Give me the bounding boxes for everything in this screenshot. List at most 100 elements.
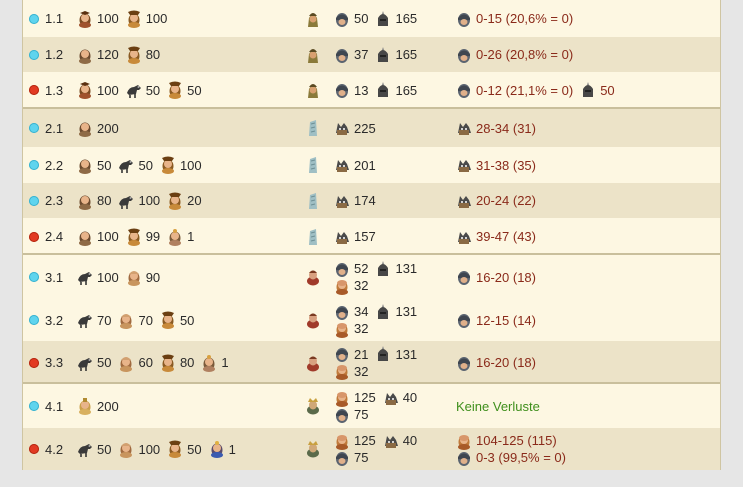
knight-icon <box>375 81 391 99</box>
loss-value: 16-20 (18) <box>476 269 536 285</box>
enemy-units: 225 <box>334 109 454 147</box>
unit-count: 50 <box>187 82 202 98</box>
unit-count: 157 <box>354 229 376 244</box>
longbowman-icon <box>126 10 142 28</box>
recruit-icon <box>77 156 93 174</box>
army-units: 50 50 100 <box>77 147 297 183</box>
losses: 16-20 (18) <box>456 341 718 384</box>
knight-icon <box>375 303 391 321</box>
unit-count: 3.3 <box>45 355 64 370</box>
thug-leader-icon <box>305 268 321 286</box>
bandit-icon <box>334 46 350 64</box>
status-dot <box>29 357 39 368</box>
unit-count: 40 <box>402 433 418 448</box>
enemy-camp <box>301 183 329 218</box>
table-row: 2.3 80 100 20 174 20-24 (22) <box>23 183 720 218</box>
unit-count: 100 <box>97 229 119 244</box>
unit-group: 100 <box>77 81 119 99</box>
wave-id: 3.1 <box>29 255 77 299</box>
enemy-camp <box>301 147 329 183</box>
status-dot <box>29 13 39 24</box>
cavalry-icon <box>77 311 93 329</box>
unit-count: 50 <box>354 11 369 26</box>
wave-id: 1.2 <box>29 37 77 72</box>
enemy-group: 125 <box>334 432 376 450</box>
enemy-camp <box>301 37 329 72</box>
bowman-icon <box>77 10 93 28</box>
general-blue-icon <box>209 440 225 458</box>
bandit-boss-icon <box>305 397 321 415</box>
cavalry-icon <box>77 354 93 372</box>
loss-group: 0-15 (20,6% = 0) <box>456 10 573 28</box>
cavalry-icon <box>118 192 134 210</box>
bandit-icon <box>456 311 472 329</box>
unit-count: 2.3 <box>45 193 64 208</box>
unit-count: 131 <box>395 346 418 362</box>
unit-count: 90 <box>145 269 161 285</box>
unit-count: 125 <box>354 390 376 405</box>
thug-leader-icon <box>305 311 321 329</box>
enemy-group: 157 <box>334 228 376 246</box>
enemy-group: 32 <box>334 320 368 338</box>
status-dot <box>29 49 39 60</box>
group-divider <box>23 107 720 109</box>
wave-id: 1.3 <box>29 72 77 108</box>
enemy-units: 157 <box>334 218 454 255</box>
loss-group: 31-38 (35) <box>456 156 536 174</box>
unit-group: 100 <box>160 156 202 174</box>
wolf-icon <box>334 228 350 246</box>
unit-count: 60 <box>138 355 153 370</box>
bandit-icon <box>456 81 472 99</box>
enemy-units: 50 165 <box>334 0 454 37</box>
enemy-group: 125 <box>334 389 376 407</box>
army-units: 70 70 50 <box>77 299 297 341</box>
unit-count: 3.1 <box>45 269 64 285</box>
bandit-icon <box>456 268 472 286</box>
longbowman-icon <box>160 311 176 329</box>
wolf-icon <box>334 119 350 137</box>
loss-value: 31-38 (35) <box>476 157 536 173</box>
bandit-icon <box>334 10 350 28</box>
unit-group: 80 <box>77 192 111 210</box>
losses: 39-47 (43) <box>456 218 718 255</box>
bandit-icon <box>334 303 350 321</box>
wolf-icon <box>456 156 472 174</box>
bandit-icon <box>456 10 472 28</box>
knight-icon <box>375 345 391 363</box>
loss-value: 0-15 (20,6% = 0) <box>476 11 574 26</box>
enemy-group: 165 <box>375 10 417 28</box>
enemy-group: 13 <box>334 81 368 99</box>
unit-group: 60 <box>118 354 153 372</box>
knight-icon <box>375 10 391 28</box>
loss-value: 104-125 (115) <box>476 433 557 448</box>
unit-count: 2.4 <box>45 229 64 244</box>
unit-count: 4.1 <box>45 398 64 414</box>
wave-id: 3.3 <box>29 341 77 384</box>
losses: 16-20 (18) <box>456 255 718 299</box>
unit-count: 2.2 <box>45 157 64 173</box>
enemy-camp <box>301 428 329 470</box>
cavalry-icon <box>77 440 93 458</box>
unit-count: 75 <box>354 450 369 465</box>
loss-value: 0-12 (21,1% = 0) <box>476 82 574 98</box>
enemy-group: 21 <box>334 345 368 363</box>
group-divider <box>23 253 720 255</box>
wave-id: 2.3 <box>29 183 77 218</box>
enemy-camp <box>301 218 329 255</box>
loss-value: 20-24 (22) <box>476 193 536 208</box>
losses: 0-15 (20,6% = 0) <box>456 0 718 37</box>
soldier-icon <box>118 440 134 458</box>
unit-count: 100 <box>179 157 202 173</box>
unit-count: 100 <box>138 193 161 208</box>
cavalry-icon <box>118 156 134 174</box>
unit-count: 120 <box>97 47 119 62</box>
enemy-group: 40 <box>383 432 417 450</box>
enemy-camp <box>301 0 329 37</box>
losses: 0-12 (21,1% = 0) 50 <box>456 72 718 108</box>
stone-tower-icon <box>305 119 321 137</box>
table-row: 3.3 50 60 80 1 21 131 32 16-20 (18) <box>23 341 720 384</box>
wave-id: 2.4 <box>29 218 77 255</box>
unit-count: 165 <box>395 47 418 62</box>
unit-group: 50 <box>160 311 194 329</box>
enemy-group: 75 <box>334 449 368 467</box>
